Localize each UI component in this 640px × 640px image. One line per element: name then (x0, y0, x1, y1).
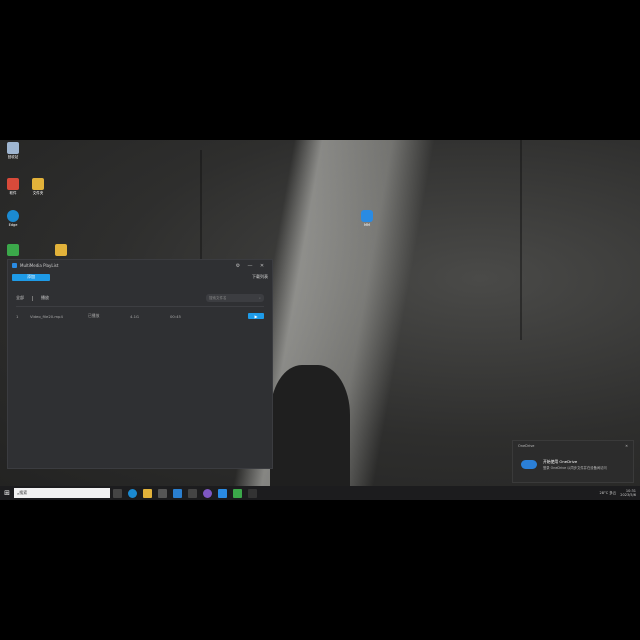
desktop-icon-app-2[interactable] (0, 244, 26, 256)
edge-icon (7, 210, 19, 222)
app-icon[interactable] (203, 488, 212, 498)
download-list-link[interactable]: 下载列表 (252, 274, 268, 280)
settings-icon[interactable]: ⚙ (232, 263, 244, 269)
minimize-button[interactable]: — (244, 263, 256, 269)
wallpaper-crack (520, 140, 522, 340)
mm-app-icon (361, 210, 373, 222)
row-duration: 00:45 (170, 313, 181, 319)
onedrive-cloud-icon (521, 460, 537, 469)
app-icon[interactable] (188, 488, 197, 498)
terminal-icon[interactable] (248, 488, 257, 498)
clock[interactable]: 10:31 2023/5/6 (620, 489, 636, 497)
taskbar-search-input[interactable]: ⌕ 搜索 (14, 488, 110, 498)
app-icon[interactable] (233, 488, 242, 498)
folder-icon (55, 244, 67, 256)
desktop-icon-mm-app[interactable]: MM (354, 210, 380, 227)
taskbar: ⊞ ⌕ 搜索 28°C 多云 10:31 2023/5/6 (0, 486, 640, 500)
store-icon[interactable] (158, 488, 167, 498)
system-tray: 28°C 多云 10:31 2023/5/6 (600, 489, 640, 497)
desktop-icon-edge[interactable]: Edge (0, 210, 26, 227)
tab-divider (32, 295, 33, 301)
row-checkbox[interactable]: 1 (16, 314, 30, 319)
close-button[interactable]: ✕ (256, 263, 268, 269)
edge-icon[interactable] (128, 488, 137, 498)
windows-start-icon[interactable]: ⊞ (0, 486, 14, 500)
app-logo-icon (12, 263, 17, 268)
notification-body: 登录 OneDrive 以同步文件并在设备间访问 (543, 466, 607, 470)
row-file-name: Video_file20.mp4 (30, 313, 63, 319)
window-titlebar[interactable]: MultiMedia PlayList ⚙ — ✕ (8, 260, 272, 271)
desktop-icon-folder-2[interactable] (48, 244, 74, 256)
weather-widget[interactable]: 28°C 多云 (600, 491, 617, 496)
search-input[interactable]: 搜索文件名 ⌕ (206, 294, 264, 302)
app-icon (7, 244, 19, 256)
window-title: MultiMedia PlayList (20, 263, 59, 268)
recycle-bin-icon (7, 142, 19, 154)
play-button[interactable]: ▶ (248, 313, 264, 319)
search-icon: ⌕ (259, 296, 261, 300)
notification-toast[interactable]: OneDrive ✕ 开始使用 OneDrive 登录 OneDrive 以同步… (512, 440, 634, 483)
wallpaper-crack (200, 150, 202, 270)
add-button[interactable]: 添加 (12, 273, 50, 281)
tab-play[interactable]: 播放 (41, 295, 49, 301)
window-toolbar: 添加 下载列表 (8, 271, 272, 283)
app-window: MultiMedia PlayList ⚙ — ✕ 添加 下载列表 全部 播放 … (7, 259, 273, 469)
close-icon[interactable]: ✕ (625, 444, 628, 448)
mm-app-icon[interactable] (218, 488, 227, 498)
notification-app-name: OneDrive (518, 444, 535, 448)
clock-date: 2023/5/6 (620, 493, 636, 497)
desktop-icon-recycle-bin[interactable]: 回收站 (0, 142, 26, 159)
folder-icon (32, 178, 44, 190)
mail-icon[interactable] (173, 488, 182, 498)
tab-all[interactable]: 全部 (16, 295, 24, 301)
row-size: 4.1G (130, 313, 139, 319)
desktop-icon-folder-1[interactable]: 文件夹 (25, 178, 51, 195)
filter-bar: 全部 播放 搜索文件名 ⌕ (16, 292, 264, 304)
file-explorer-icon[interactable] (143, 488, 152, 498)
task-view-icon[interactable] (113, 488, 122, 498)
row-status: 已播放 (88, 313, 100, 318)
wallpaper-rock (270, 365, 350, 486)
divider (16, 306, 264, 307)
list-item[interactable]: 1 Video_file20.mp4 已播放 4.1G 00:45 ▶ (16, 311, 264, 321)
app-icon (7, 178, 19, 190)
desktop-icon-app-1[interactable]: 软件 (0, 178, 26, 195)
